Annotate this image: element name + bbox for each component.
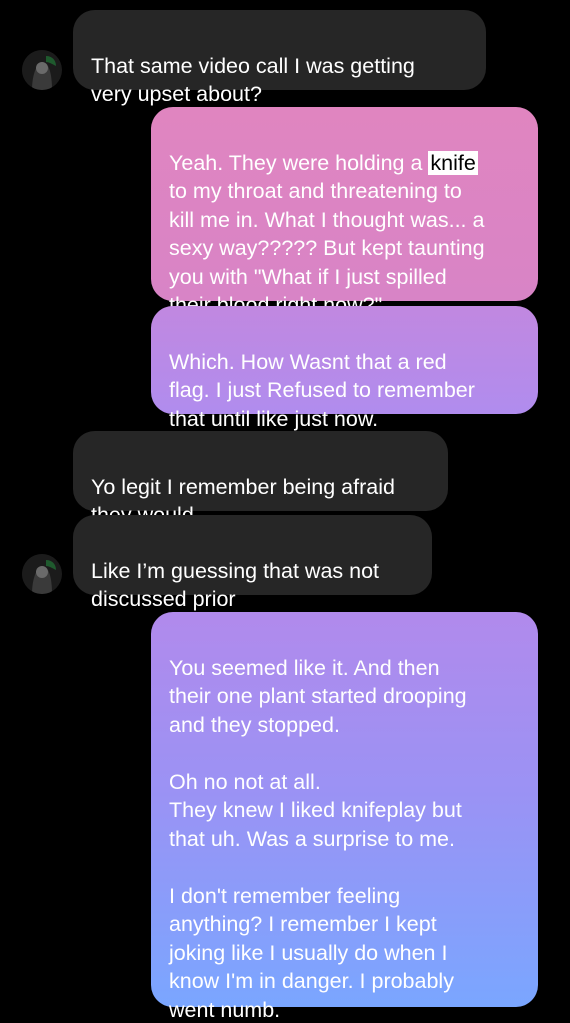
user-avatar-icon [22,50,62,90]
highlighted-word: knife [428,150,478,175]
message-text-before: Yeah. They were holding a [169,150,429,175]
user-avatar-icon [22,554,62,594]
outgoing-message-bubble[interactable]: Which. How Wasnt that a red flag. I just… [151,306,538,431]
message-text: Which. How Wasnt that a red flag. I just… [169,349,475,431]
chat-screen: That same video call I was getting very … [0,0,570,1023]
message-text: That same video call I was getting very … [91,53,415,107]
message-text: Like I’m guessing that was not discussed… [91,558,380,612]
message-text-after: to my throat and threatening to kill me … [169,179,485,317]
incoming-message-bubble[interactable]: That same video call I was getting very … [73,10,486,106]
avatar[interactable] [22,554,62,594]
outgoing-message-bubble[interactable]: You seemed like it. And then their one p… [151,612,538,1022]
outgoing-message-bubble[interactable]: Yeah. They were holding a knife to my th… [151,107,538,317]
incoming-message-bubble[interactable]: Like I’m guessing that was not discussed… [73,515,432,611]
incoming-message-bubble[interactable]: Yo legit I remember being afraid they wo… [73,431,448,527]
message-text: You seemed like it. And then their one p… [169,655,467,1022]
avatar[interactable] [22,50,62,90]
